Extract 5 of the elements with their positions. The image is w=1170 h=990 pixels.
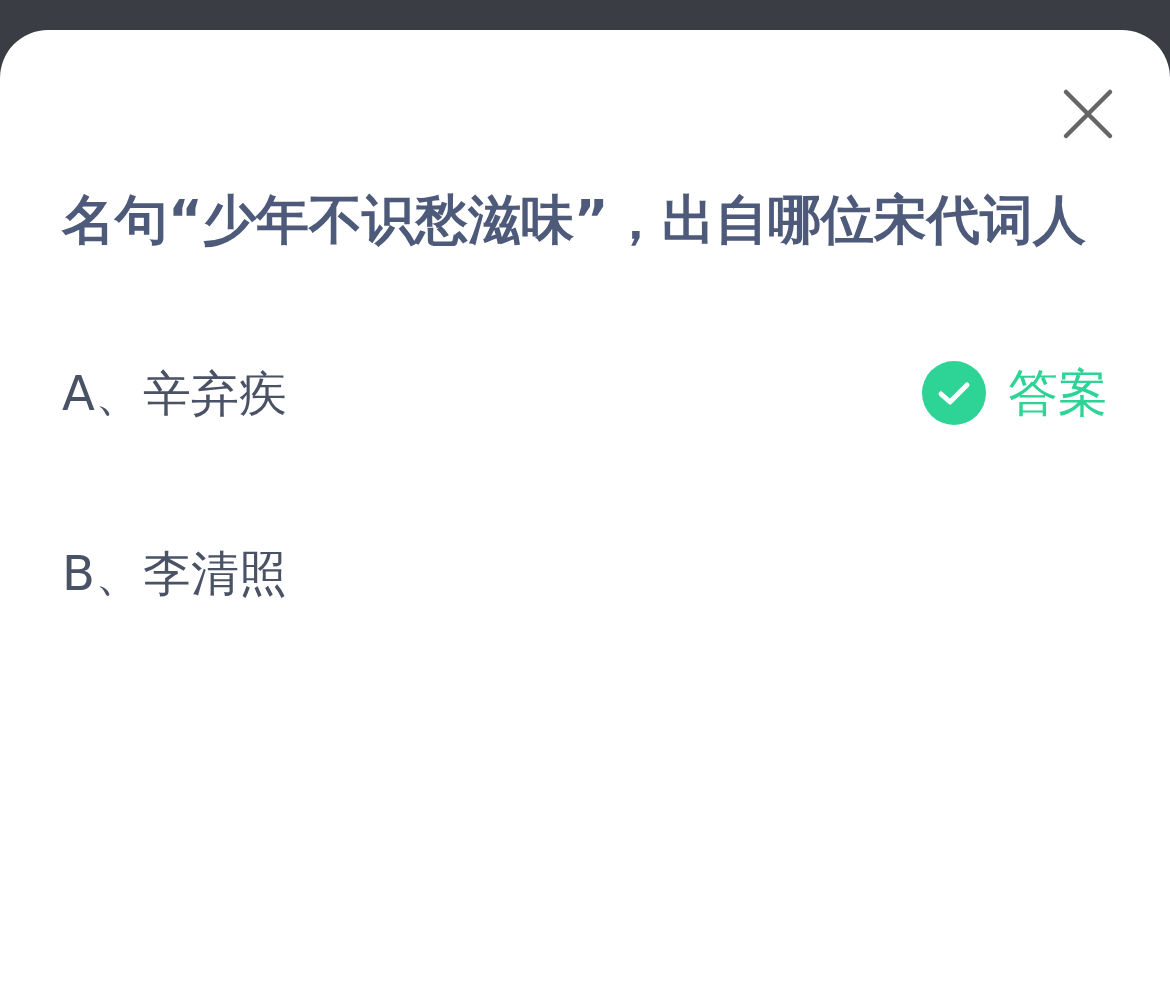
close-icon[interactable] bbox=[1062, 88, 1114, 140]
answer-label: 答案 bbox=[1008, 362, 1108, 424]
option-text[interactable]: B、李清照 bbox=[62, 537, 287, 609]
question-text: 名句“少年不识愁滋味”，出自哪位宋代词人 bbox=[62, 188, 1087, 252]
option-text[interactable]: A、辛弃疾 bbox=[62, 357, 287, 429]
